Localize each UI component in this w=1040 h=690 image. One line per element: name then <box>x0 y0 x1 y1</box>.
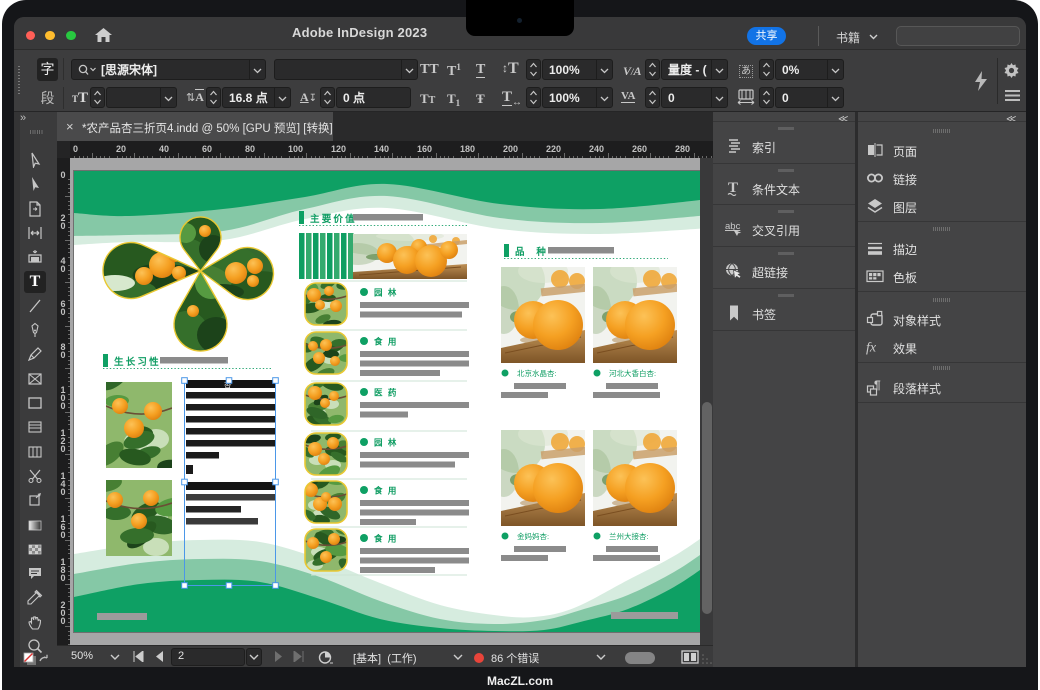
svg-text:北京水晶杏:: 北京水晶杏: <box>517 368 557 378</box>
svg-text:fx: fx <box>866 341 877 356</box>
svg-text:食 用: 食 用 <box>374 534 398 544</box>
svg-text:品 种: 品 种 <box>515 246 548 258</box>
svg-text:食 用: 食 用 <box>374 486 398 496</box>
svg-text:园 林: 园 林 <box>374 288 398 298</box>
svg-text:食 用: 食 用 <box>374 337 398 347</box>
svg-text:生长习性: 生长习性 <box>114 356 161 368</box>
svg-text:医 药: 医 药 <box>374 388 398 398</box>
svg-text:兰州大接杏:: 兰州大接杏: <box>609 531 649 541</box>
svg-text:¶: ¶ <box>874 378 881 392</box>
svg-text:河北大香白杏:: 河北大香白杏: <box>609 368 656 378</box>
svg-text:主要价值: 主要价值 <box>310 213 357 225</box>
svg-text:园 林: 园 林 <box>374 438 398 448</box>
svg-text:金妈妈杏:: 金妈妈杏: <box>517 531 549 541</box>
svg-text:abc: abc <box>725 221 741 232</box>
